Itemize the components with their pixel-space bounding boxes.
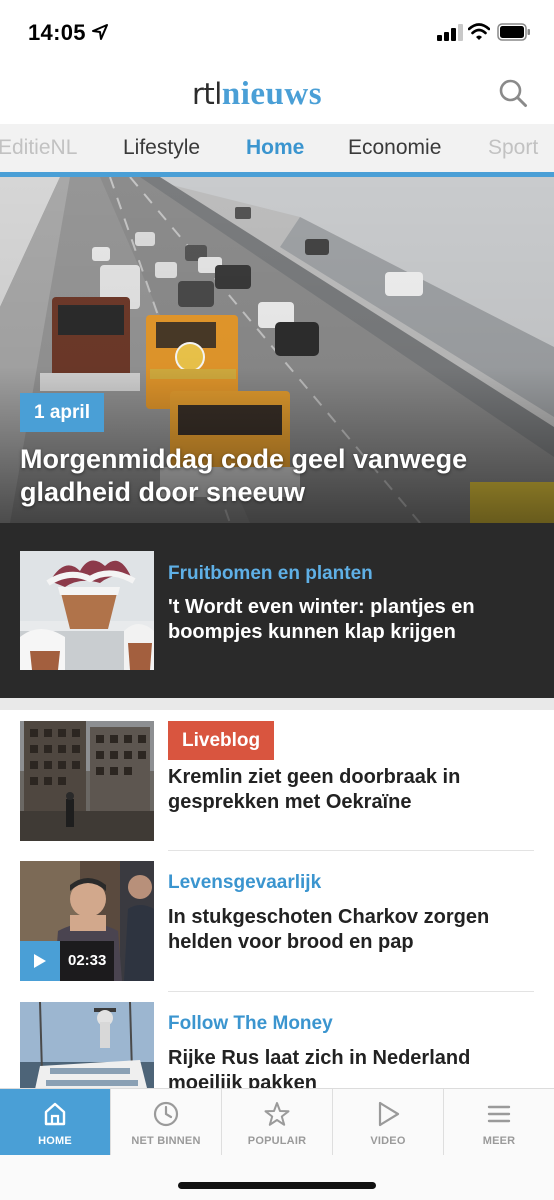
tabbar-net-binnen[interactable]: NET BINNEN — [111, 1089, 221, 1155]
tabbar-label: NET BINNEN — [131, 1135, 201, 1147]
section-gap — [0, 698, 554, 710]
tabbar-label: MEER — [482, 1135, 516, 1147]
article-thumbnail: 02:33 — [20, 861, 154, 981]
home-icon — [44, 1102, 66, 1126]
video-duration-tag[interactable]: 02:33 — [20, 941, 115, 981]
list-item[interactable]: 02:33 Levensgevaarlijk In stukgeschoten … — [0, 851, 554, 992]
tabbar-meer[interactable]: MEER — [444, 1089, 554, 1155]
home-indicator[interactable] — [178, 1182, 376, 1189]
status-bar: 14:05 — [0, 0, 554, 66]
feature-thumbnail — [20, 551, 154, 670]
search-icon[interactable] — [498, 78, 528, 108]
tabbar-home[interactable]: HOME — [0, 1089, 110, 1155]
liveblog-badge: Liveblog — [168, 721, 275, 760]
wifi-icon — [468, 23, 490, 40]
hero-article[interactable]: 1 april Morgenmiddag code geel vanwege g… — [0, 177, 554, 523]
category-tabs: EditieNL Lifestyle Home Economie Sport — [0, 124, 554, 174]
tab-home[interactable]: Home — [246, 136, 304, 160]
clock-icon — [153, 1101, 179, 1127]
rtl-nieuws-logo[interactable]: rtl nieuws — [192, 76, 322, 116]
tab-sport[interactable]: Sport — [488, 136, 538, 160]
tab-editienl[interactable]: EditieNL — [0, 136, 77, 160]
tabbar-video[interactable]: VIDEO — [333, 1089, 443, 1155]
article-title[interactable]: Kremlin ziet geen doorbraak in gesprekke… — [168, 765, 538, 815]
battery-icon — [497, 23, 530, 41]
feature-title[interactable]: 't Wordt even winter: plantjes en boompj… — [168, 595, 538, 645]
star-icon — [264, 1102, 290, 1126]
app-header: rtl nieuws — [0, 66, 554, 124]
feature-article[interactable]: Fruitbomen en planten 't Wordt even wint… — [0, 523, 554, 698]
logo-prefix: rtl — [192, 77, 222, 111]
video-duration: 02:33 — [60, 941, 115, 981]
article-category[interactable]: Follow The Money — [168, 1013, 333, 1035]
menu-icon — [487, 1105, 511, 1123]
logo-main: nieuws — [221, 76, 323, 112]
hero-date-badge: 1 april — [20, 393, 104, 432]
article-category[interactable]: Levensgevaarlijk — [168, 872, 321, 894]
location-arrow-icon — [92, 24, 108, 40]
article-thumbnail — [20, 721, 154, 841]
play-icon[interactable] — [20, 941, 60, 981]
tabbar-label: VIDEO — [370, 1135, 406, 1147]
tabbar-label: HOME — [38, 1135, 72, 1147]
tabbar-populair[interactable]: POPULAIR — [222, 1089, 332, 1155]
article-title[interactable]: In stukgeschoten Charkov zorgen helden v… — [168, 905, 538, 955]
cellular-signal-icon — [437, 24, 463, 41]
play-icon — [378, 1101, 400, 1127]
status-time: 14:05 — [28, 20, 86, 45]
tabbar-label: POPULAIR — [247, 1135, 307, 1147]
list-item[interactable]: Liveblog Kremlin ziet geen doorbraak in … — [0, 710, 554, 851]
feature-category[interactable]: Fruitbomen en planten — [168, 563, 373, 585]
hero-title[interactable]: Morgenmiddag code geel vanwege gladheid … — [20, 443, 540, 509]
tab-economie[interactable]: Economie — [348, 136, 441, 160]
tab-lifestyle[interactable]: Lifestyle — [123, 136, 200, 160]
